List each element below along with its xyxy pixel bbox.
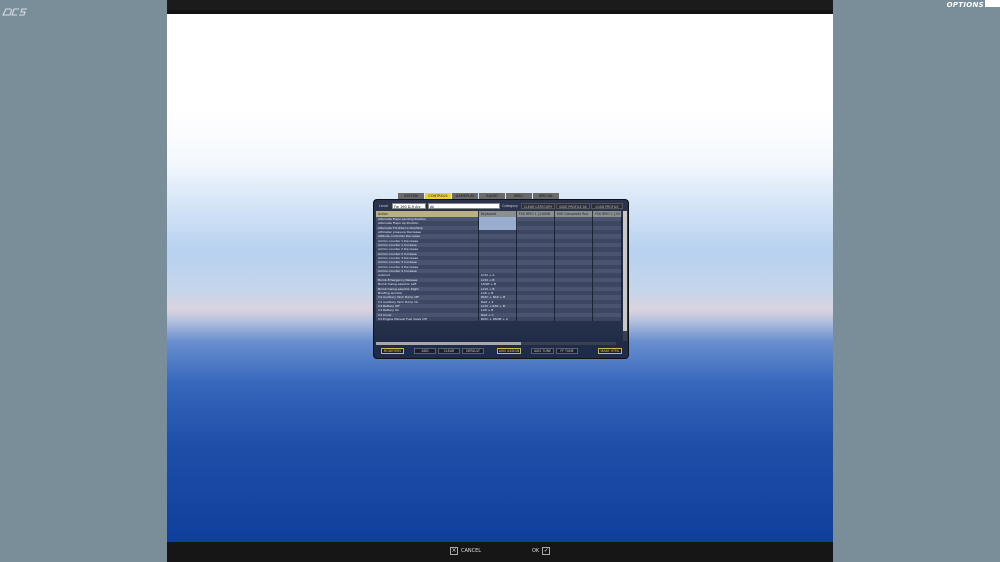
options-indicator	[985, 0, 1000, 7]
aircraft-select[interactable]: Fw 190 D-9 Arc	[392, 203, 426, 209]
axis-tune-button[interactable]: AXIS TUNE	[531, 348, 554, 354]
filter-select[interactable]: All	[428, 203, 500, 209]
device-binding-cell[interactable]	[555, 316, 593, 322]
bindings-button-bar: MODIFIERS ADD CLEAR DEFAULT AXIS ASSIGN …	[374, 347, 628, 357]
options-title: OPTIONS	[946, 1, 984, 9]
clear-button[interactable]: CLEAR	[438, 348, 460, 354]
horizontal-scroll-thumb[interactable]	[376, 342, 521, 345]
horizontal-scrollbar[interactable]	[376, 342, 616, 345]
clear-category-button[interactable]: CLEAR CATEGORY	[521, 203, 555, 209]
load-profile-button[interactable]: LOAD PROFILE	[591, 203, 623, 209]
bottom-bar: × CANCEL OK ✓	[167, 542, 833, 562]
table-row[interactable]: C4 Engine Manual Fuel Valve Off RCtrl + R…	[376, 316, 622, 322]
modifiers-button[interactable]: MODIFIERS	[381, 348, 404, 354]
ok-button[interactable]: OK ✓	[532, 547, 551, 555]
cancel-button[interactable]: × CANCEL	[450, 547, 481, 555]
controls-panel: Level Fw 190 D-9 Arc All Category CLEAR …	[373, 199, 629, 359]
vertical-scroll-thumb[interactable]	[623, 211, 627, 331]
device-binding-cell[interactable]	[593, 316, 622, 322]
checkmark-icon: ✓	[542, 547, 551, 555]
axis-assign-button[interactable]: AXIS ASSIGN	[497, 348, 521, 354]
controls-toolbar: Level Fw 190 D-9 Arc All Category CLEAR …	[379, 203, 624, 209]
table-body: Alternate Flaps Landing Position Alternat…	[376, 217, 622, 322]
category-label: Category	[502, 204, 518, 208]
cancel-label: CANCEL	[461, 548, 482, 554]
bindings-table: Action Keyboard FSX RPIO 1 {2400B MOI Co…	[376, 211, 622, 342]
keyboard-binding-cell[interactable]: RCtrl + RShift + C	[479, 316, 517, 322]
dcs-logo	[2, 1, 28, 20]
top-bar	[167, 0, 833, 10]
default-button[interactable]: DEFAULT	[462, 348, 484, 354]
aircraft-label: Level	[379, 204, 389, 208]
ff-tune-button[interactable]: FF TUNE	[556, 348, 578, 354]
device-binding-cell[interactable]	[517, 316, 555, 322]
add-button[interactable]: ADD	[414, 348, 436, 354]
action-cell[interactable]: C4 Engine Manual Fuel Valve Off	[376, 316, 479, 322]
cancel-icon: ×	[450, 547, 458, 555]
dcs-logo-icon	[2, 8, 27, 16]
vertical-scrollbar[interactable]	[623, 211, 627, 341]
make-html-button[interactable]: MAKE HTML	[598, 348, 622, 354]
ok-label: OK	[532, 548, 540, 554]
save-profile-button[interactable]: SAVE PROFILE AS	[556, 203, 590, 209]
